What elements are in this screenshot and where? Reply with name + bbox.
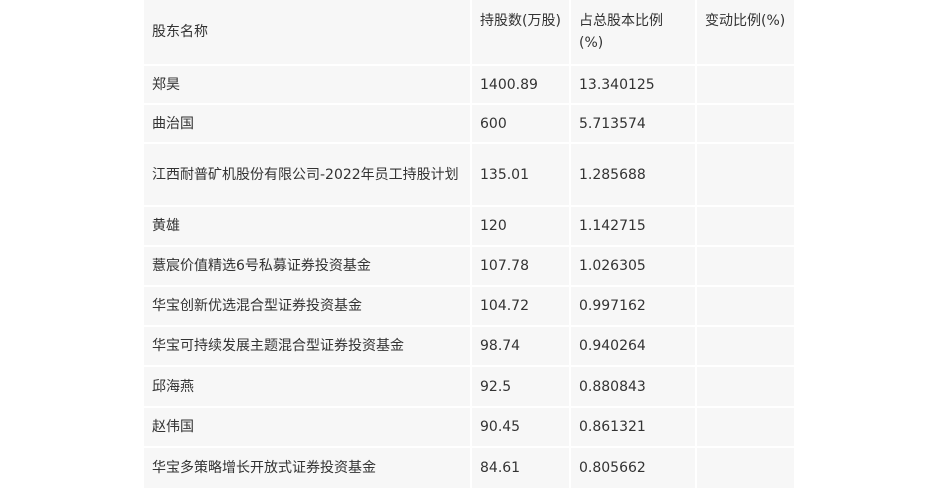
cell-shares-held: 135.01	[472, 144, 569, 205]
cell-change-ratio	[697, 287, 794, 325]
cell-change-ratio	[697, 207, 794, 245]
cell-shares-held: 1400.89	[472, 66, 569, 103]
cell-change-ratio	[697, 247, 794, 285]
table-row: 赵伟国 90.45 0.861321	[144, 408, 794, 446]
header-share-ratio: 占总股本比例(%)	[571, 0, 695, 64]
cell-share-ratio: 5.713574	[571, 105, 695, 142]
cell-share-ratio: 0.861321	[571, 408, 695, 446]
table-row: 薏宸价值精选6号私募证券投资基金 107.78 1.026305	[144, 247, 794, 285]
cell-shares-held: 107.78	[472, 247, 569, 285]
cell-shares-held: 84.61	[472, 448, 569, 488]
cell-shareholder-name: 郑昊	[144, 66, 470, 103]
cell-share-ratio: 0.805662	[571, 448, 695, 488]
table-row: 曲治国 600 5.713574	[144, 105, 794, 142]
cell-shares-held: 104.72	[472, 287, 569, 325]
cell-share-ratio: 0.880843	[571, 367, 695, 406]
cell-change-ratio	[697, 408, 794, 446]
cell-shareholder-name: 曲治国	[144, 105, 470, 142]
cell-share-ratio: 0.940264	[571, 327, 695, 365]
shareholder-table: 股东名称 持股数(万股) 占总股本比例(%) 变动比例(%) 郑昊 1400.8…	[142, 0, 794, 490]
cell-shares-held: 92.5	[472, 367, 569, 406]
cell-share-ratio: 0.997162	[571, 287, 695, 325]
cell-shareholder-name: 薏宸价值精选6号私募证券投资基金	[144, 247, 470, 285]
cell-change-ratio	[697, 448, 794, 488]
cell-share-ratio: 1.142715	[571, 207, 695, 245]
cell-change-ratio	[697, 144, 794, 205]
header-shares-held: 持股数(万股)	[472, 0, 569, 64]
table-header-row: 股东名称 持股数(万股) 占总股本比例(%) 变动比例(%)	[144, 0, 794, 64]
header-shareholder-name: 股东名称	[144, 0, 470, 64]
cell-share-ratio: 1.285688	[571, 144, 695, 205]
cell-share-ratio: 13.340125	[571, 66, 695, 103]
cell-change-ratio	[697, 66, 794, 103]
cell-share-ratio: 1.026305	[571, 247, 695, 285]
table-row: 华宝创新优选混合型证券投资基金 104.72 0.997162	[144, 287, 794, 325]
cell-change-ratio	[697, 367, 794, 406]
cell-shareholder-name: 赵伟国	[144, 408, 470, 446]
table-row: 黄雄 120 1.142715	[144, 207, 794, 245]
table-row: 郑昊 1400.89 13.340125	[144, 66, 794, 103]
cell-shares-held: 120	[472, 207, 569, 245]
cell-shares-held: 98.74	[472, 327, 569, 365]
table-row: 江西耐普矿机股份有限公司-2022年员工持股计划 135.01 1.285688	[144, 144, 794, 205]
cell-change-ratio	[697, 327, 794, 365]
cell-shares-held: 90.45	[472, 408, 569, 446]
cell-shareholder-name: 华宝创新优选混合型证券投资基金	[144, 287, 470, 325]
cell-shareholder-name: 江西耐普矿机股份有限公司-2022年员工持股计划	[144, 144, 470, 205]
shareholder-table-container: 股东名称 持股数(万股) 占总股本比例(%) 变动比例(%) 郑昊 1400.8…	[142, 0, 794, 500]
table-row: 华宝可持续发展主题混合型证券投资基金 98.74 0.940264	[144, 327, 794, 365]
cell-shareholder-name: 黄雄	[144, 207, 470, 245]
cell-shareholder-name: 华宝多策略增长开放式证券投资基金	[144, 448, 470, 488]
cell-shareholder-name: 华宝可持续发展主题混合型证券投资基金	[144, 327, 470, 365]
table-row: 邱海燕 92.5 0.880843	[144, 367, 794, 406]
cell-change-ratio	[697, 105, 794, 142]
header-change-ratio: 变动比例(%)	[697, 0, 794, 64]
cell-shares-held: 600	[472, 105, 569, 142]
cell-shareholder-name: 邱海燕	[144, 367, 470, 406]
table-row: 华宝多策略增长开放式证券投资基金 84.61 0.805662	[144, 448, 794, 488]
